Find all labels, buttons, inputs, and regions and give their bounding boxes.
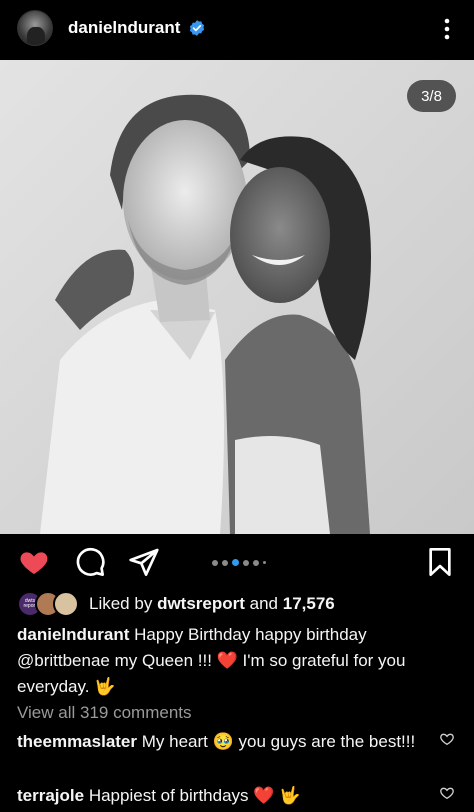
likes-summary[interactable]: dwts report Liked by dwtsreport and 17,5…: [17, 590, 335, 618]
comment-username[interactable]: terrajole: [17, 786, 84, 805]
carousel-dot: [212, 559, 218, 566]
bookmark-icon[interactable]: [424, 546, 456, 578]
comment-text: Happiest of birthdays ❤️ 🤟: [88, 786, 301, 805]
profile-avatar[interactable]: [17, 10, 53, 46]
heart-icon[interactable]: [18, 546, 50, 578]
comment-username[interactable]: theemmaslater: [17, 732, 137, 751]
more-options-icon[interactable]: [438, 16, 456, 42]
comment-like-icon[interactable]: [439, 731, 455, 747]
post-username[interactable]: danielndurant: [68, 18, 180, 38]
post-caption: danielndurant Happy Birthday happy birth…: [17, 622, 457, 700]
carousel-dot-active: [232, 559, 239, 566]
action-bar: [0, 534, 474, 588]
image-counter-badge: 3/8: [407, 80, 456, 112]
carousel-dot: [253, 559, 259, 566]
comment-like-icon[interactable]: [439, 785, 455, 801]
carousel-dot: [263, 561, 266, 564]
comment-item: theemmaslater My heart 🥹 you guys are th…: [17, 729, 422, 755]
carousel-dot: [222, 559, 228, 566]
liker-avatar: [53, 591, 79, 617]
couple-photo: [0, 60, 474, 534]
first-liker-username[interactable]: dwtsreport: [157, 594, 245, 613]
likes-and: and: [249, 594, 279, 613]
post-photo[interactable]: 3/8: [0, 60, 474, 534]
view-all-comments-link[interactable]: View all 319 comments: [17, 703, 192, 723]
comment-icon[interactable]: [74, 546, 106, 578]
carousel-dot: [243, 559, 249, 566]
share-icon[interactable]: [128, 546, 160, 578]
comment-item: terrajole Happiest of birthdays ❤️ 🤟: [17, 783, 422, 809]
caption-username[interactable]: danielndurant: [17, 625, 129, 644]
carousel-indicator: [212, 559, 266, 566]
comment-text: My heart 🥹 you guys are the best!!!: [141, 732, 416, 751]
likes-prefix: Liked by: [89, 594, 153, 613]
likes-count[interactable]: 17,576: [283, 594, 335, 613]
post-header: danielndurant: [0, 0, 474, 60]
verified-badge-icon: [189, 20, 205, 36]
likes-text: Liked by dwtsreport and 17,576: [89, 594, 335, 614]
